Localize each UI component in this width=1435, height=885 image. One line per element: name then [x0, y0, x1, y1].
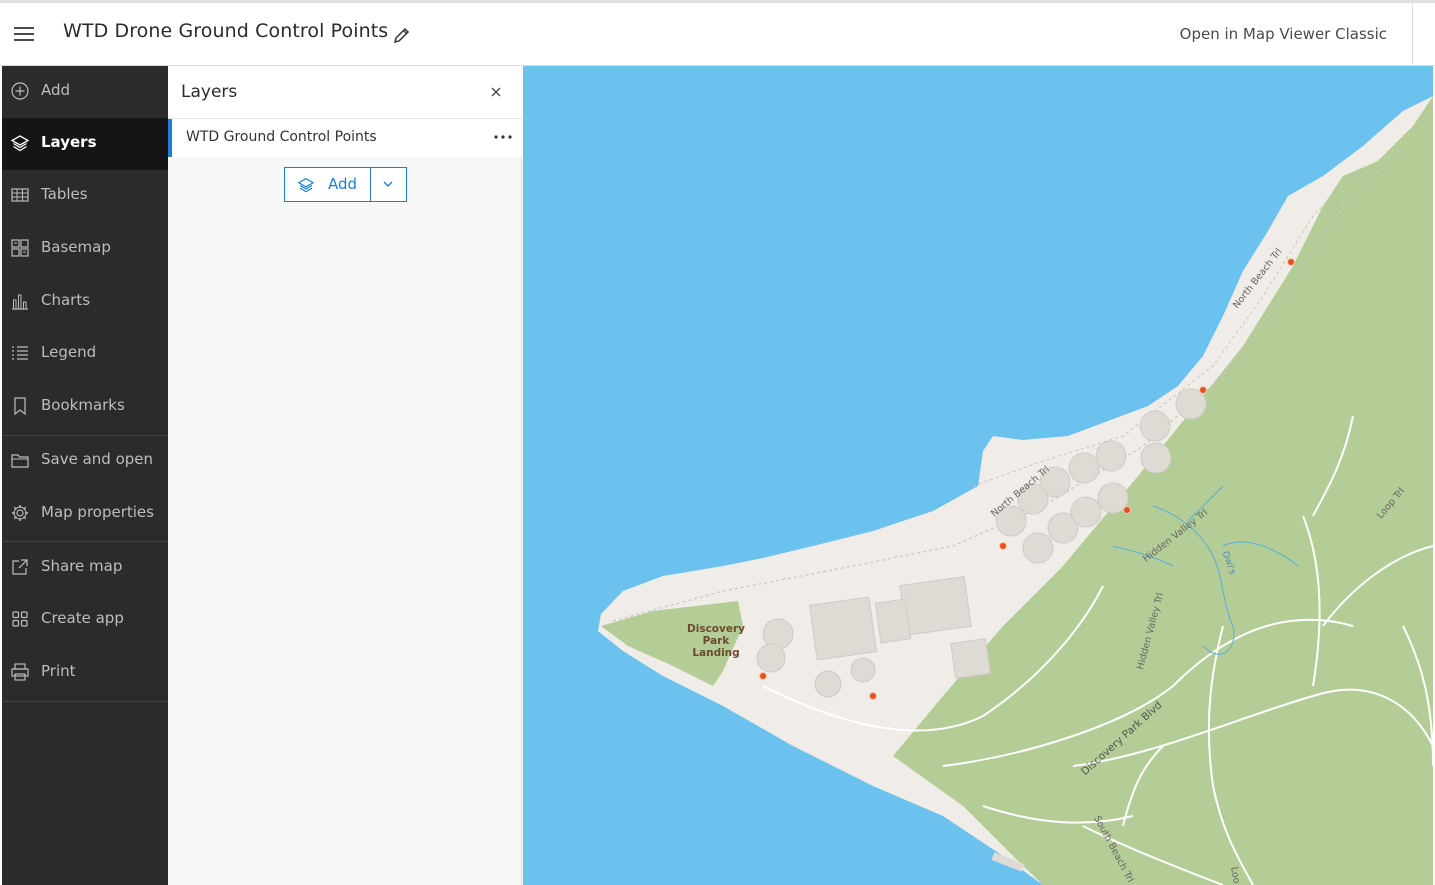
sidebar-item-label: Share map — [41, 557, 123, 575]
add-layer-label: Add — [328, 175, 358, 193]
ground-control-point[interactable] — [999, 542, 1007, 550]
sidebar-item-label: Map properties — [41, 503, 154, 521]
sidebar-item-bookmarks[interactable]: Bookmarks — [2, 381, 168, 433]
sidebar-item-tables[interactable]: Tables — [2, 170, 168, 222]
ground-control-point[interactable] — [869, 692, 877, 700]
map-view[interactable]: North Beach Trl North Beach Trl Hidden V… — [523, 66, 1433, 885]
add-layer-button-group: Add — [284, 167, 407, 202]
bookmark-icon — [14, 397, 26, 416]
ground-control-point[interactable] — [1123, 506, 1131, 514]
sidebar-item-label: Legend — [41, 343, 97, 361]
add-layer-button[interactable]: Add — [285, 168, 370, 201]
sidebar-item-label: Charts — [41, 291, 91, 309]
sidebar-divider — [2, 701, 168, 702]
pencil-icon[interactable] — [392, 25, 412, 45]
layer-name: WTD Ground Control Points — [186, 129, 377, 145]
sidebar-item-legend[interactable]: Legend — [2, 328, 168, 380]
sidebar-item-print[interactable]: Print — [2, 647, 168, 699]
close-icon[interactable] — [488, 84, 504, 100]
table-icon — [11, 188, 29, 202]
header-divider — [1412, 3, 1413, 65]
sidebar-item-label: Print — [41, 662, 76, 680]
place-label: Discovery Park Landing — [687, 623, 745, 659]
sidebar-item-basemap[interactable]: Basemap — [2, 223, 168, 275]
layers-icon — [297, 178, 315, 193]
open-classic-link[interactable]: Open in Map Viewer Classic — [1180, 25, 1387, 43]
sidebar-item-save-and-open[interactable]: Save and open — [2, 435, 168, 487]
map-title: WTD Drone Ground Control Points — [63, 20, 389, 42]
basemap-canvas — [598, 96, 1433, 885]
sidebar-item-label: Tables — [41, 185, 88, 203]
chevron-down-icon — [383, 181, 393, 187]
layers-panel: Layers WTD Ground Control Points Add — [168, 66, 522, 885]
sidebar-item-label: Layers — [41, 133, 97, 151]
ground-control-point[interactable] — [759, 672, 767, 680]
sidebar-item-label: Create app — [41, 609, 124, 627]
apps-icon — [12, 611, 28, 627]
sidebar-item-map-properties[interactable]: Map properties — [2, 488, 168, 540]
add-circle-icon — [11, 82, 29, 100]
layer-list-item[interactable]: WTD Ground Control Points — [168, 119, 522, 157]
sidebar-item-label: Add — [41, 81, 71, 99]
gear-icon — [12, 505, 28, 521]
app-header: WTD Drone Ground Control Points Open in … — [0, 0, 1435, 66]
ground-control-point[interactable] — [1287, 258, 1295, 266]
layers-icon — [10, 135, 30, 152]
panel-title: Layers — [181, 82, 238, 102]
more-options-icon[interactable] — [492, 127, 514, 147]
sidebar: Add Layers Tables Basemap Charts Legend … — [2, 66, 168, 885]
basemap-icon — [11, 239, 29, 257]
map-viewer-app: WTD Drone Ground Control Points Open in … — [0, 0, 1435, 885]
ground-control-point[interactable] — [1199, 386, 1207, 394]
sidebar-item-layers[interactable]: Layers — [2, 118, 168, 170]
sidebar-item-label: Save and open — [41, 450, 154, 468]
menu-icon[interactable] — [12, 23, 36, 45]
sidebar-item-label: Basemap — [41, 238, 111, 256]
chart-icon — [12, 294, 28, 310]
folder-icon — [11, 454, 29, 468]
share-icon — [12, 559, 28, 575]
legend-icon — [12, 346, 28, 360]
layers-panel-header: Layers — [168, 66, 522, 119]
printer-icon — [11, 663, 29, 681]
sidebar-item-add[interactable]: Add — [2, 66, 168, 118]
sidebar-item-create-app[interactable]: Create app — [2, 594, 168, 646]
sidebar-item-share-map[interactable]: Share map — [2, 542, 168, 594]
add-layer-dropdown[interactable] — [371, 168, 406, 201]
sidebar-item-label: Bookmarks — [41, 396, 125, 414]
sidebar-item-charts[interactable]: Charts — [2, 276, 168, 328]
